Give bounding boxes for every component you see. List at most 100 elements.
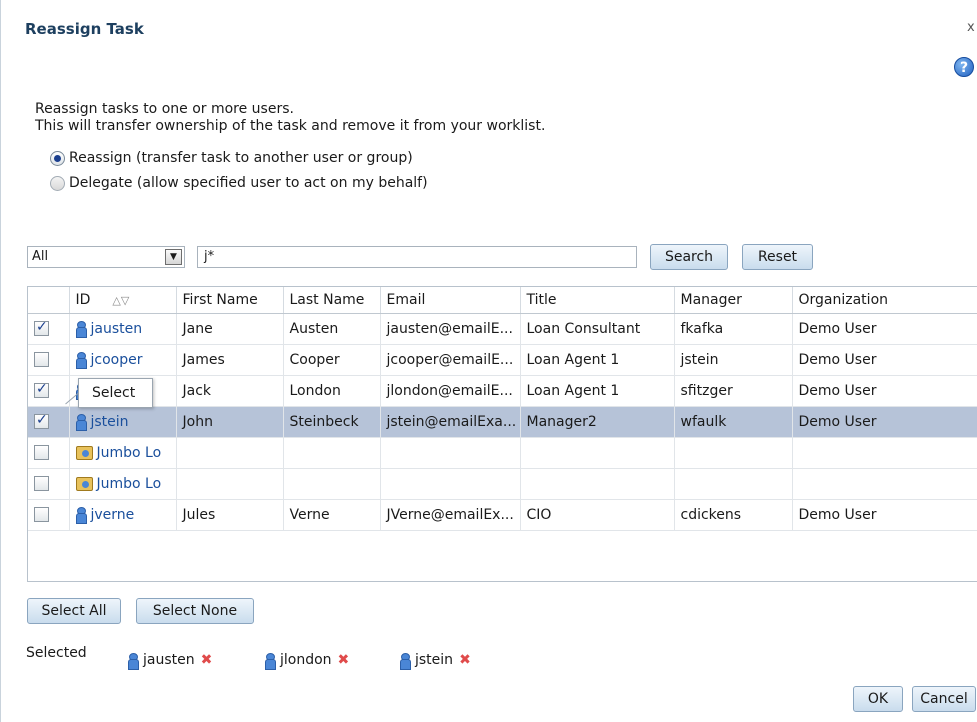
organization-cell	[792, 468, 977, 500]
reassign-option[interactable]: Reassign (transfer task to another user …	[50, 150, 413, 166]
table-row[interactable]: jausten Jane Austen jausten@emailE... Lo…	[28, 313, 977, 345]
selected-user-name: jstein	[415, 652, 454, 668]
users-table: ID △▽ First Name Last Name Email Title Ma…	[27, 286, 977, 582]
manager-cell: sfitzger	[674, 375, 793, 407]
last-name-cell	[283, 468, 381, 500]
first-name-cell: John	[176, 406, 284, 438]
email-cell	[380, 468, 521, 500]
user-icon	[75, 414, 87, 431]
table-row[interactable]: jcooper James Cooper jcooper@emailE... L…	[28, 344, 977, 376]
delegate-radio-label: Delegate (allow specified user to act on…	[69, 175, 428, 191]
user-id-link[interactable]: jverne	[91, 507, 135, 523]
table-row[interactable]: Jumbo Lo	[28, 468, 977, 500]
remove-icon[interactable]: ✖	[338, 652, 350, 668]
user-id-link[interactable]: jausten	[91, 321, 143, 337]
header-last-name[interactable]: Last Name	[283, 287, 381, 314]
organization-cell: Demo User	[792, 406, 977, 438]
table-header-row: ID △▽ First Name Last Name Email Title Ma…	[28, 287, 977, 314]
close-icon[interactable]: x	[967, 20, 975, 35]
selected-user-chip: jausten ✖	[128, 652, 213, 670]
search-button[interactable]: Search	[650, 244, 728, 270]
cancel-button[interactable]: Cancel	[912, 686, 976, 712]
header-manager[interactable]: Manager	[674, 287, 793, 314]
title-cell: Manager2	[520, 406, 675, 438]
title-cell: Loan Agent 1	[520, 375, 675, 407]
row-checkbox[interactable]	[34, 507, 49, 522]
search-input[interactable]: j*	[197, 246, 637, 268]
description-line-1: Reassign tasks to one or more users.	[35, 101, 294, 117]
last-name-cell: Steinbeck	[283, 406, 381, 438]
help-icon[interactable]: ?	[954, 57, 974, 77]
group-icon	[75, 476, 93, 491]
last-name-cell: Verne	[283, 499, 381, 531]
header-title[interactable]: Title	[520, 287, 675, 314]
manager-cell	[674, 437, 793, 469]
first-name-cell: Jane	[176, 313, 284, 345]
row-checkbox[interactable]	[34, 445, 49, 460]
manager-cell: wfaulk	[674, 406, 793, 438]
chevron-down-icon[interactable]: ▼	[165, 249, 182, 265]
title-cell: Loan Consultant	[520, 313, 675, 345]
user-id-link[interactable]: jstein	[91, 414, 129, 430]
first-name-cell: Jack	[176, 375, 284, 407]
email-cell: JVerne@emailEx...	[380, 499, 521, 531]
user-id-link[interactable]: jcooper	[91, 352, 143, 368]
remove-icon[interactable]: ✖	[459, 652, 471, 668]
search-filter-select[interactable]: All ▼	[27, 246, 185, 268]
header-email[interactable]: Email	[380, 287, 521, 314]
ok-button[interactable]: OK	[853, 686, 903, 712]
selected-user-name: jausten	[143, 652, 195, 668]
last-name-cell: Austen	[283, 313, 381, 345]
email-cell: jausten@emailE...	[380, 313, 521, 345]
row-checkbox[interactable]	[34, 319, 49, 336]
sort-icon[interactable]: △▽	[112, 294, 129, 307]
user-icon	[75, 321, 87, 338]
select-none-button[interactable]: Select None	[136, 598, 254, 624]
reassign-radio-label: Reassign (transfer task to another user …	[69, 150, 413, 166]
row-checkbox[interactable]	[34, 476, 49, 491]
delegate-radio[interactable]	[50, 175, 65, 191]
delegate-option[interactable]: Delegate (allow specified user to act on…	[50, 175, 428, 191]
manager-cell	[674, 468, 793, 500]
header-organization[interactable]: Organization	[792, 287, 977, 314]
title-cell: Loan Agent 1	[520, 344, 675, 376]
email-cell: jstein@emailExa...	[380, 406, 521, 438]
description-line-2: This will transfer ownership of the task…	[35, 118, 546, 134]
row-checkbox[interactable]	[34, 412, 49, 429]
title-cell	[520, 437, 675, 469]
reassign-radio[interactable]	[50, 150, 65, 166]
table-row[interactable]: jverne Jules Verne JVerne@emailEx... CIO…	[28, 499, 977, 531]
remove-icon[interactable]: ✖	[201, 652, 213, 668]
row-checkbox[interactable]	[34, 381, 49, 398]
header-first-name[interactable]: First Name	[176, 287, 284, 314]
last-name-cell: Cooper	[283, 344, 381, 376]
organization-cell: Demo User	[792, 344, 977, 376]
dialog-description: Reassign tasks to one or more users. Thi…	[35, 101, 545, 135]
title-cell	[520, 468, 675, 500]
reassign-task-dialog: Reassign Task x ? Reassign tasks to one …	[0, 0, 977, 722]
email-cell	[380, 437, 521, 469]
reset-button[interactable]: Reset	[742, 244, 813, 270]
user-icon	[128, 652, 139, 670]
group-id-link[interactable]: Jumbo Lo	[97, 476, 162, 492]
group-id-link[interactable]: Jumbo Lo	[97, 445, 162, 461]
table-row[interactable]: Jumbo Lo	[28, 437, 977, 469]
first-name-cell: James	[176, 344, 284, 376]
select-all-button[interactable]: Select All	[27, 598, 121, 624]
header-id[interactable]: ID △▽	[69, 287, 177, 314]
organization-cell	[792, 437, 977, 469]
first-name-cell: Jules	[176, 499, 284, 531]
dialog-title: Reassign Task	[25, 20, 144, 38]
first-name-cell	[176, 468, 284, 500]
selected-user-chip: jstein ✖	[400, 652, 471, 670]
title-cell: CIO	[520, 499, 675, 531]
row-checkbox[interactable]	[34, 352, 49, 367]
email-cell: jcooper@emailE...	[380, 344, 521, 376]
group-icon	[75, 445, 93, 460]
selected-user-name: jlondon	[280, 652, 332, 668]
header-select	[28, 287, 70, 314]
select-tooltip: Select	[78, 378, 153, 408]
user-icon	[265, 652, 276, 670]
table-row[interactable]: Jack London jlondon@emailE... Loan Agent…	[28, 375, 977, 407]
table-row[interactable]: jstein John Steinbeck jstein@emailExa...…	[28, 406, 977, 438]
